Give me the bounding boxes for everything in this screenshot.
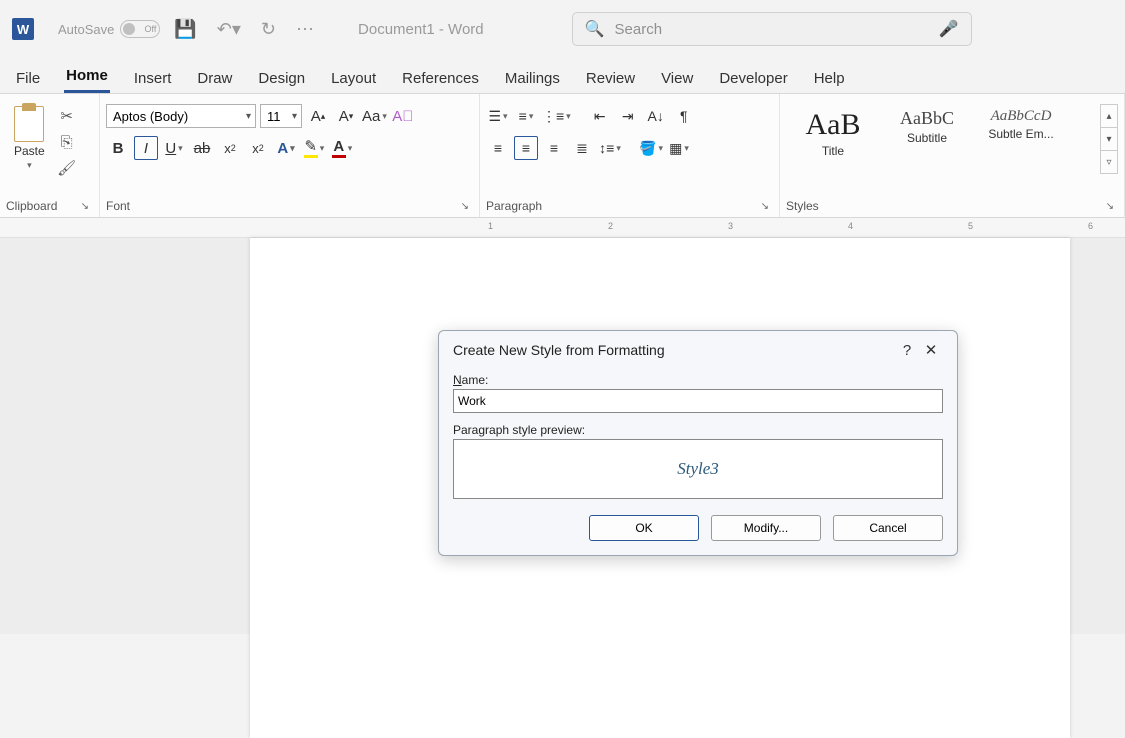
autosave-label: AutoSave [58,22,114,37]
align-right-icon[interactable]: ≡ [542,136,566,160]
styles-launcher-icon[interactable]: ↘ [1106,201,1118,212]
dialog-title: Create New Style from Formatting [453,342,665,358]
numbering-icon[interactable]: ≡▾ [514,104,538,128]
sort-icon[interactable]: A↓ [644,104,668,128]
undo-icon[interactable]: ↶▾ [211,15,247,44]
paragraph-launcher-icon[interactable]: ↘ [761,201,773,212]
italic-button[interactable]: I [134,136,158,160]
decrease-indent-icon[interactable]: ⇤ [588,104,612,128]
create-style-dialog: Create New Style from Formatting ? ✕ Nam… [438,330,958,556]
dialog-close-icon[interactable]: ✕ [919,341,943,359]
tab-view[interactable]: View [659,64,695,93]
modify-button[interactable]: Modify... [711,515,821,541]
clear-formatting-icon[interactable]: A⃠ [391,104,415,128]
search-placeholder: Search [615,21,929,38]
qat-more-icon[interactable]: ⋯ [290,15,320,44]
shading-icon[interactable]: 🪣▾ [639,136,663,160]
tab-layout[interactable]: Layout [329,64,378,93]
shrink-font-icon[interactable]: A▾ [334,104,358,128]
multilevel-list-icon[interactable]: ⋮≡▾ [542,104,571,128]
tab-help[interactable]: Help [812,64,847,93]
highlight-icon[interactable]: ✎▾ [302,136,326,160]
preview-label: Paragraph style preview: [453,423,943,437]
styles-gallery-scroll[interactable]: ▴ ▾ ▿ [1100,104,1118,174]
paste-button[interactable]: Paste ▾ [6,104,53,173]
dialog-help-icon[interactable]: ? [895,342,919,359]
autosave-toggle[interactable]: Off [120,20,160,38]
subscript-button[interactable]: x2 [218,136,242,160]
titlebar: W AutoSave Off 💾 ↶▾ ↻ ⋯ Document1 - Word… [0,0,1125,58]
horizontal-ruler[interactable]: 1 2 3 4 5 6 [0,218,1125,238]
format-painter-icon[interactable]: 🖌 [57,158,77,178]
name-field-label: Name: [453,373,943,387]
style-name-input[interactable] [453,389,943,413]
superscript-button[interactable]: x2 [246,136,270,160]
copy-icon[interactable]: ⎘ [57,132,77,152]
ribbon-group-font: Aptos (Body) 11 A▴ A▾ Aa▾ A⃠ B I U▾ ab x… [100,94,480,217]
underline-button[interactable]: U▾ [162,136,186,160]
align-left-icon[interactable]: ≡ [486,136,510,160]
redo-icon[interactable]: ↻ [255,15,282,44]
search-icon: 🔍 [585,19,605,39]
align-center-icon[interactable]: ≡ [514,136,538,160]
microphone-icon[interactable]: 🎤 [939,19,959,39]
tab-design[interactable]: Design [256,64,307,93]
dialog-titlebar[interactable]: Create New Style from Formatting ? ✕ [439,331,957,369]
style-title[interactable]: AaB Title [792,108,874,158]
paste-icon [14,106,44,142]
grow-font-icon[interactable]: A▴ [306,104,330,128]
document-title: Document1 - Word [358,21,484,38]
show-marks-icon[interactable]: ¶ [672,104,696,128]
tab-review[interactable]: Review [584,64,637,93]
cut-icon[interactable]: ✂ [57,106,77,126]
styles-scroll-down-icon[interactable]: ▾ [1101,128,1117,151]
word-app-icon: W [12,18,34,40]
tab-references[interactable]: References [400,64,481,93]
ribbon-group-styles: AaB Title AaBbC Subtitle AaBbCcD Subtle … [780,94,1125,217]
justify-icon[interactable]: ≣ [570,136,594,160]
ok-button[interactable]: OK [589,515,699,541]
font-color-icon[interactable]: A▾ [330,136,354,160]
font-name-select[interactable]: Aptos (Body) [106,104,256,128]
tab-developer[interactable]: Developer [717,64,789,93]
tab-file[interactable]: File [14,64,42,93]
style-preview-text: Style3 [677,459,719,479]
autosave-group[interactable]: AutoSave Off [58,20,160,38]
style-subtle-emphasis[interactable]: AaBbCcD Subtle Em... [980,108,1062,141]
bullets-icon[interactable]: ☰▾ [486,104,510,128]
tab-insert[interactable]: Insert [132,64,174,93]
change-case-icon[interactable]: Aa▾ [362,104,387,128]
tab-home[interactable]: Home [64,61,110,93]
tab-mailings[interactable]: Mailings [503,64,562,93]
styles-scroll-up-icon[interactable]: ▴ [1101,105,1117,128]
font-launcher-icon[interactable]: ↘ [461,201,473,212]
borders-icon[interactable]: ▦▾ [667,136,691,160]
font-size-select[interactable]: 11 [260,104,302,128]
ribbon-tabs: File Home Insert Draw Design Layout Refe… [0,58,1125,94]
text-effects-icon[interactable]: A▾ [274,136,298,160]
styles-gallery-more-icon[interactable]: ▿ [1101,151,1117,173]
ribbon-group-paragraph: ☰▾ ≡▾ ⋮≡▾ ⇤ ⇥ A↓ ¶ ≡ ≡ ≡ ≣ ↕≡▾ 🪣▾ ▦▾ Par… [480,94,780,217]
tab-draw[interactable]: Draw [195,64,234,93]
strikethrough-button[interactable]: ab [190,136,214,160]
search-box[interactable]: 🔍 Search 🎤 [572,12,972,46]
ribbon: Paste ▾ ✂ ⎘ 🖌 Clipboard↘ Aptos (Body) 11… [0,94,1125,218]
increase-indent-icon[interactable]: ⇥ [616,104,640,128]
cancel-button[interactable]: Cancel [833,515,943,541]
style-preview-box: Style3 [453,439,943,499]
bold-button[interactable]: B [106,136,130,160]
save-icon[interactable]: 💾 [168,15,202,44]
style-subtitle[interactable]: AaBbC Subtitle [886,108,968,145]
line-spacing-icon[interactable]: ↕≡▾ [598,136,622,160]
clipboard-launcher-icon[interactable]: ↘ [81,201,93,212]
ribbon-group-clipboard: Paste ▾ ✂ ⎘ 🖌 Clipboard↘ [0,94,100,217]
